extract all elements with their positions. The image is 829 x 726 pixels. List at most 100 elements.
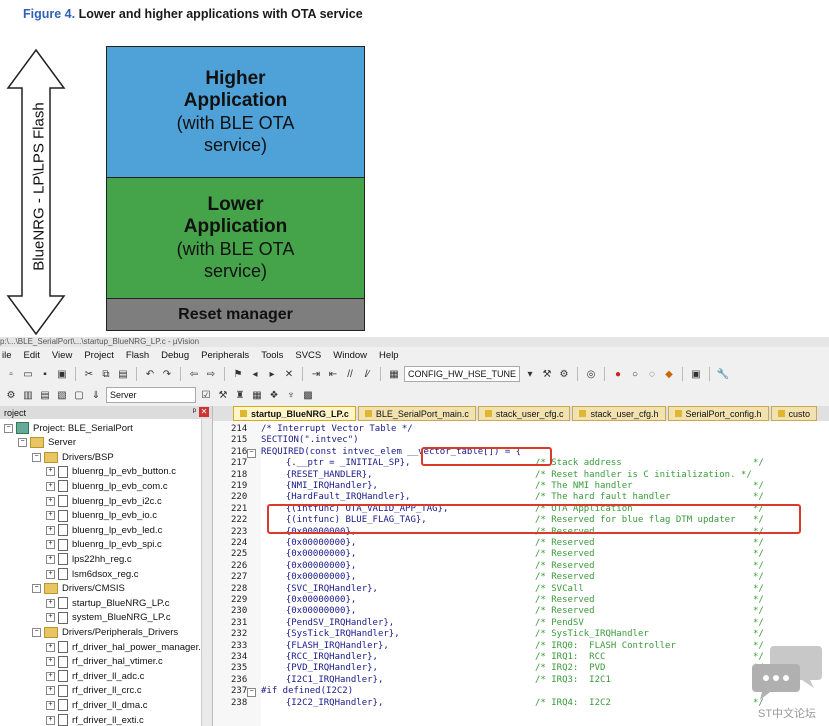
tree-file-item[interactable]: + bluenrg_lp_evb_i2c.c: [46, 494, 162, 508]
expand-icon[interactable]: +: [46, 511, 55, 521]
menu-item-edit[interactable]: Edit: [24, 350, 40, 361]
tree-file-item[interactable]: + startup_BlueNRG_LP.c: [46, 596, 170, 610]
comment-icon[interactable]: //: [343, 367, 357, 381]
menu-item-window[interactable]: Window: [333, 350, 367, 361]
collapse-icon[interactable]: −: [18, 438, 27, 448]
tools-icon[interactable]: ⚙: [557, 367, 571, 381]
nav-back-icon[interactable]: ⇦: [187, 367, 201, 381]
tree-file-item[interactable]: + lsm6dsox_reg.c: [46, 567, 139, 581]
expand-icon[interactable]: +: [46, 554, 55, 564]
expand-icon[interactable]: +: [46, 467, 55, 477]
redo-icon[interactable]: ↷: [160, 367, 174, 381]
collapse-icon[interactable]: −: [4, 423, 13, 433]
paste-icon[interactable]: ▤: [116, 367, 130, 381]
tree-folder-item[interactable]: − Server: [18, 436, 76, 450]
menu-item-ile[interactable]: ile: [2, 350, 12, 361]
indent-icon[interactable]: ⇥: [309, 367, 323, 381]
breakpoint-icon[interactable]: ●: [611, 367, 625, 381]
breakpoint-clear-icon[interactable]: ◌: [645, 367, 659, 381]
tree-file-item[interactable]: + rf_driver_hal_power_manager.c: [46, 640, 206, 654]
expand-icon[interactable]: +: [46, 686, 55, 696]
menu-item-flash[interactable]: Flash: [126, 350, 149, 361]
select-packs-icon[interactable]: ▩: [301, 388, 315, 402]
tree-file-item[interactable]: + bluenrg_lp_evb_button.c: [46, 465, 176, 479]
combo-dropdown-icon[interactable]: ▾: [523, 367, 537, 381]
menu-item-debug[interactable]: Debug: [161, 350, 189, 361]
collapse-icon[interactable]: −: [32, 627, 41, 637]
target-combo[interactable]: CONFIG_HW_HSE_TUNE: [404, 366, 521, 382]
nav-forward-icon[interactable]: ⇨: [204, 367, 218, 381]
collapse-icon[interactable]: −: [32, 452, 41, 462]
rte-icon[interactable]: ❖: [267, 388, 281, 402]
tree-file-item[interactable]: + rf_driver_ll_exti.c: [46, 713, 144, 726]
tab-5[interactable]: custo: [770, 406, 818, 421]
project-scrollbar[interactable]: [201, 419, 212, 726]
tree-folder-item[interactable]: − Drivers/Peripherals_Drivers: [32, 625, 178, 639]
window-layout-icon[interactable]: ▣: [689, 367, 703, 381]
wrench-icon[interactable]: 🔧: [716, 367, 730, 381]
menu-item-help[interactable]: Help: [379, 350, 399, 361]
batch-build-icon[interactable]: ▧: [55, 388, 69, 402]
tree-file-item[interactable]: + lps22hh_reg.c: [46, 552, 132, 566]
undo-icon[interactable]: ↶: [143, 367, 157, 381]
uncomment-icon[interactable]: /∕: [360, 367, 374, 381]
breakpoint-disable-icon[interactable]: ○: [628, 367, 642, 381]
collapse-icon[interactable]: −: [32, 584, 41, 594]
expand-icon[interactable]: +: [46, 642, 55, 652]
tab-0[interactable]: startup_BlueNRG_LP.c: [233, 406, 356, 421]
tree-file-item[interactable]: + bluenrg_lp_evb_led.c: [46, 523, 162, 537]
copy-icon[interactable]: ⧉: [99, 367, 113, 381]
bookmark-clear-icon[interactable]: ✕: [282, 367, 296, 381]
outdent-icon[interactable]: ⇤: [326, 367, 340, 381]
tree-project-item[interactable]: − Project: BLE_SerialPort: [4, 421, 133, 435]
options-icon[interactable]: ⚒: [216, 388, 230, 402]
pack-installer-icon[interactable]: ♆: [284, 388, 298, 402]
tab-3[interactable]: stack_user_cfg.h: [572, 406, 666, 421]
new-file-icon[interactable]: ▫: [4, 367, 18, 381]
expand-icon[interactable]: +: [46, 700, 55, 710]
menu-item-peripherals[interactable]: Peripherals: [201, 350, 249, 361]
compile-icon[interactable]: ⚙: [4, 388, 18, 402]
download-icon[interactable]: ⇓: [89, 388, 103, 402]
tree-file-item[interactable]: + rf_driver_ll_dma.c: [46, 698, 148, 712]
configure-icon[interactable]: ⚒: [540, 367, 554, 381]
expand-icon[interactable]: +: [46, 496, 55, 506]
menu-item-tools[interactable]: Tools: [261, 350, 283, 361]
tree-file-item[interactable]: + rf_driver_hal_vtimer.c: [46, 655, 163, 669]
fold-icon[interactable]: −: [247, 448, 256, 458]
tree-folder-item[interactable]: − Drivers/BSP: [32, 450, 114, 464]
expand-icon[interactable]: +: [46, 657, 55, 667]
expand-icon[interactable]: +: [46, 525, 55, 535]
tree-file-item[interactable]: + bluenrg_lp_evb_com.c: [46, 479, 168, 493]
manage-components-icon[interactable]: ♜: [233, 388, 247, 402]
menu-item-view[interactable]: View: [52, 350, 72, 361]
save-icon[interactable]: ▪: [38, 367, 52, 381]
cut-icon[interactable]: ✂: [82, 367, 96, 381]
stop-build-icon[interactable]: ▢: [72, 388, 86, 402]
tree-file-item[interactable]: + system_BlueNRG_LP.c: [46, 611, 171, 625]
menu-item-svcs[interactable]: SVCS: [295, 350, 321, 361]
tab-4[interactable]: SerialPort_config.h: [667, 406, 769, 421]
target-select[interactable]: Server: [106, 387, 196, 403]
expand-icon[interactable]: +: [46, 598, 55, 608]
fold-icon[interactable]: −: [247, 688, 256, 698]
build-icon[interactable]: ▥: [21, 388, 35, 402]
bookmark-prev-icon[interactable]: ◂: [248, 367, 262, 381]
expand-icon[interactable]: +: [46, 715, 55, 725]
tab-2[interactable]: stack_user_cfg.c: [477, 406, 571, 421]
save-all-icon[interactable]: ▣: [55, 367, 69, 381]
close-icon[interactable]: ✕: [199, 407, 209, 417]
tree-folder-item[interactable]: − Drivers/CMSIS: [32, 582, 125, 596]
tree-file-item[interactable]: + bluenrg_lp_evb_spi.c: [46, 538, 162, 552]
menu-item-project[interactable]: Project: [84, 350, 114, 361]
expand-icon[interactable]: +: [46, 569, 55, 579]
expand-icon[interactable]: +: [46, 613, 55, 623]
breakpoint-kill-icon[interactable]: ◆: [662, 367, 676, 381]
file-extensions-icon[interactable]: ▦: [250, 388, 264, 402]
tab-1[interactable]: BLE_SerialPort_main.c: [357, 406, 476, 421]
tree-file-item[interactable]: + rf_driver_ll_adc.c: [46, 669, 144, 683]
expand-icon[interactable]: +: [46, 481, 55, 491]
find-in-files-icon[interactable]: ▦: [387, 367, 401, 381]
open-folder-icon[interactable]: ▭: [21, 367, 35, 381]
debug-icon[interactable]: ◎: [584, 367, 598, 381]
